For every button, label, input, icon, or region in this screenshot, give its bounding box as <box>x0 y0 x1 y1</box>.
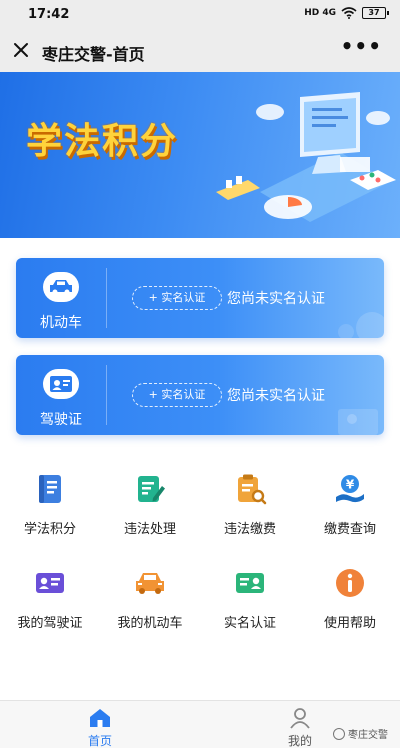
license-card-label: 驾驶证 <box>40 412 82 428</box>
id-card-icon <box>36 573 64 593</box>
banner-title: 学法积分 <box>26 121 179 162</box>
service-label: 违法处理 <box>123 522 176 537</box>
service-label: 缴费查询 <box>323 522 376 537</box>
service-label: 我的机动车 <box>117 616 183 631</box>
service-my-vehicle[interactable]: 我的机动车 <box>100 560 200 640</box>
clipboard-search-icon <box>238 474 267 505</box>
vehicle-card-label: 机动车 <box>40 315 82 331</box>
service-label: 使用帮助 <box>323 616 376 631</box>
card-decoration <box>338 409 378 435</box>
card-divider <box>106 365 107 425</box>
nav-bar: 枣庄交警-首页 ••• <box>0 30 400 72</box>
vehicle-verify-status: 您尚未实名认证 <box>227 291 325 307</box>
svg-text:¥: ¥ <box>346 478 355 492</box>
card-decoration <box>338 312 384 338</box>
status-bar: 17:42 HD 4G 37 <box>0 0 400 30</box>
service-label: 违法缴费 <box>223 522 276 537</box>
vehicle-card[interactable]: 机动车 + 实名认证 您尚未实名认证 <box>16 258 384 338</box>
book-icon <box>39 475 61 503</box>
service-my-license[interactable]: 我的驾驶证 <box>0 560 100 640</box>
battery-indicator: 37 <box>362 7 389 19</box>
service-study-points[interactable]: 学法积分 <box>0 466 100 546</box>
license-verify-button[interactable]: + 实名认证 <box>132 383 222 407</box>
service-violation-handling[interactable]: 违法处理 <box>100 466 200 546</box>
license-card[interactable]: 驾驶证 + 实名认证 您尚未实名认证 <box>16 355 384 435</box>
watermark: 枣庄交警 <box>333 726 388 741</box>
watermark-text: 枣庄交警 <box>348 730 388 741</box>
home-icon <box>90 709 110 727</box>
service-label: 学法积分 <box>23 522 76 537</box>
edit-document-icon <box>138 476 165 502</box>
status-time: 17:42 <box>28 7 70 22</box>
car-icon <box>136 573 164 594</box>
vehicle-verify-button[interactable]: + 实名认证 <box>132 286 222 310</box>
banner[interactable]: 学法积分 <box>0 72 400 238</box>
wifi-icon <box>341 7 357 19</box>
status-icons: HD 4G 37 <box>304 7 389 19</box>
service-label: 我的驾驶证 <box>17 616 83 631</box>
more-icon[interactable]: ••• <box>341 34 382 58</box>
service-real-name-verify[interactable]: 实名认证 <box>200 560 300 640</box>
license-verify-status: 您尚未实名认证 <box>227 388 325 404</box>
license-icon <box>43 369 79 399</box>
info-icon <box>336 569 364 597</box>
service-label: 实名认证 <box>223 616 276 631</box>
tab-home[interactable]: 首页 <box>0 701 200 748</box>
close-icon[interactable] <box>10 39 32 61</box>
license-card-header: 驾驶证 <box>16 355 106 435</box>
signal-indicator: HD 4G <box>304 8 336 18</box>
person-icon <box>290 708 310 729</box>
tab-home-label: 首页 <box>87 734 112 748</box>
card-divider <box>106 268 107 328</box>
service-help[interactable]: 使用帮助 <box>300 560 400 640</box>
service-violation-payment[interactable]: 违法缴费 <box>200 466 300 546</box>
yuan-hand-icon: ¥ <box>336 475 364 503</box>
car-icon <box>43 272 79 302</box>
vehicle-card-header: 机动车 <box>16 258 106 338</box>
wechat-logo-icon <box>333 727 345 740</box>
page-title: 枣庄交警-首页 <box>42 45 145 64</box>
banner-illustration <box>216 92 396 222</box>
service-payment-query[interactable]: ¥ 缴费查询 <box>300 466 400 546</box>
bottom-tab-bar: 首页 我的 枣庄交警 <box>0 700 400 748</box>
user-card-icon <box>236 573 264 593</box>
